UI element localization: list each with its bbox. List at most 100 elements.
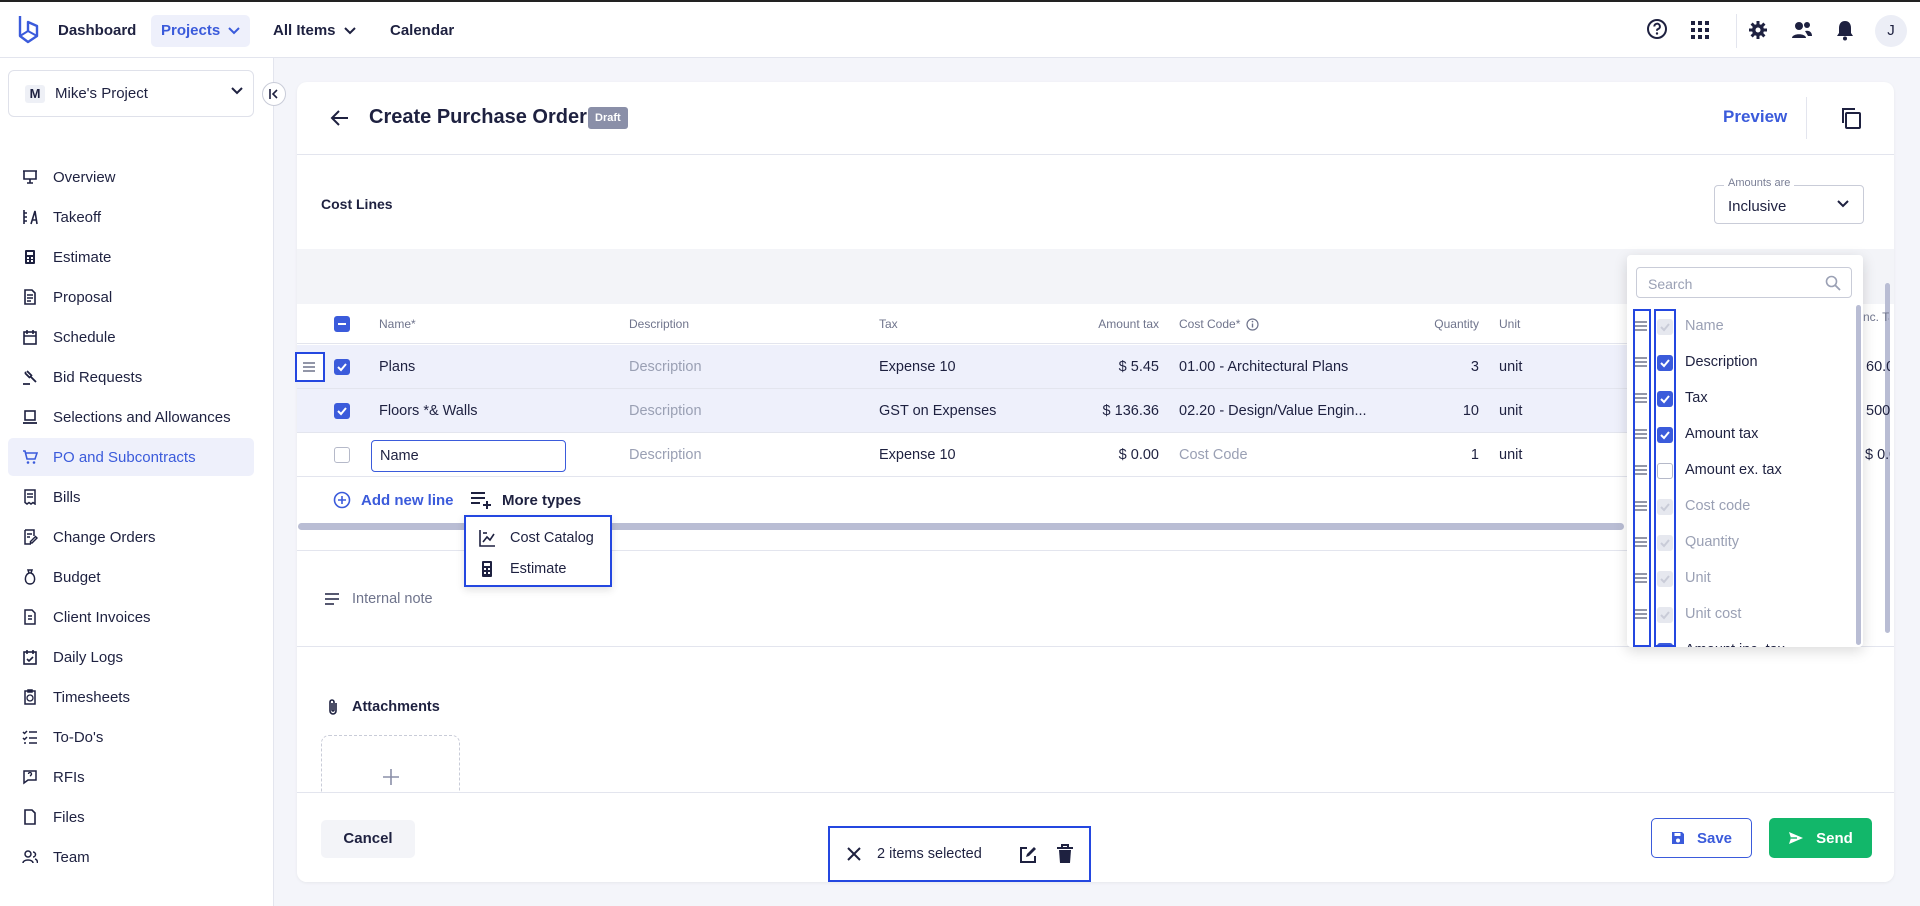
col-header-name[interactable]: Name* (379, 317, 416, 331)
sidebar-item-client-invoices[interactable]: Client Invoices (8, 598, 254, 636)
row-checkbox[interactable] (334, 447, 350, 463)
internal-note-button[interactable]: Internal note (324, 591, 433, 607)
drag-handles-column-highlight (1633, 309, 1651, 647)
team-icon[interactable] (1791, 20, 1813, 40)
cell-tax[interactable]: Expense 10 (879, 447, 956, 463)
sidebar-item-budget[interactable]: Budget (8, 558, 254, 596)
sidebar-item-proposal[interactable]: Proposal (8, 278, 254, 316)
cell-cost-code[interactable]: Cost Code (1179, 447, 1248, 463)
sidebar-item-files[interactable]: Files (8, 798, 254, 836)
divider (297, 154, 1894, 155)
col-header-unit[interactable]: Unit (1499, 317, 1520, 331)
edit-icon[interactable] (1018, 845, 1038, 865)
cell-name[interactable]: Floors *& Walls (379, 403, 478, 419)
amounts-are-select[interactable]: Amounts are Inclusive (1714, 177, 1864, 224)
project-selector[interactable]: M Mike's Project (8, 70, 254, 117)
cell-unit[interactable]: unit (1499, 403, 1522, 419)
nav-calendar[interactable]: Calendar (380, 15, 464, 47)
sidebar-item-daily-logs[interactable]: Daily Logs (8, 638, 254, 676)
menu-item-estimate[interactable]: Estimate (478, 555, 566, 583)
user-avatar[interactable]: J (1875, 15, 1907, 47)
cell-tax[interactable]: GST on Expenses (879, 403, 996, 419)
sidebar-item-label: Takeoff (53, 209, 102, 226)
chevron-down-icon (228, 27, 240, 35)
more-types-button[interactable]: More types (470, 490, 581, 510)
nav-projects[interactable]: Projects (151, 15, 251, 47)
collapse-icon (269, 89, 278, 99)
col-header-amount-tax[interactable]: Amount tax (1097, 317, 1159, 331)
nav-dashboard-label: Dashboard (58, 22, 137, 39)
more-types-label: More types (502, 491, 582, 509)
send-button[interactable]: Send (1769, 818, 1872, 858)
more-types-menu: Cost Catalog Estimate (464, 515, 612, 587)
back-arrow-icon[interactable] (330, 108, 350, 128)
col-header-total-inc-tax[interactable]: nc. Ta (1863, 310, 1889, 324)
help-icon[interactable] (1646, 18, 1668, 40)
close-icon[interactable] (846, 846, 862, 862)
sidebar-item-label: Client Invoices (53, 609, 151, 626)
sidebar-item-po-subcontracts[interactable]: PO and Subcontracts (8, 438, 254, 476)
menu-item-label: Cost Catalog (510, 530, 594, 546)
select-all-checkbox[interactable] (334, 316, 350, 332)
save-button[interactable]: Save (1651, 818, 1752, 858)
info-icon[interactable] (1246, 318, 1259, 331)
col-header-tax[interactable]: Tax (879, 317, 898, 331)
cell-description[interactable]: Description (629, 447, 702, 463)
sidebar-item-team[interactable]: Team (8, 838, 254, 876)
row-checkbox[interactable] (334, 359, 350, 375)
col-header-description[interactable]: Description (629, 317, 689, 331)
catalog-icon (479, 530, 495, 547)
column-option-label: Unit cost (1685, 606, 1742, 622)
sidebar-item-todos[interactable]: To-Do's (8, 718, 254, 756)
sidebar-item-rfis[interactable]: RFIs (8, 758, 254, 796)
cell-quantity[interactable]: 3 (1397, 359, 1479, 375)
column-option-label: Amount inc. tax (1685, 642, 1785, 647)
sidebar-item-timesheets[interactable]: Timesheets (8, 678, 254, 716)
menu-item-cost-catalog[interactable]: Cost Catalog (478, 524, 594, 552)
collapse-sidebar-button[interactable] (262, 82, 286, 106)
cell-cost-code[interactable]: 01.00 - Architectural Plans (1179, 359, 1348, 375)
row-drag-handle[interactable] (295, 352, 325, 382)
chevron-down-icon (1837, 200, 1849, 208)
cell-unit[interactable]: unit (1499, 359, 1522, 375)
apps-grid-icon[interactable] (1690, 20, 1710, 40)
nav-dashboard[interactable]: Dashboard (48, 15, 146, 47)
cell-unit[interactable]: unit (1499, 447, 1522, 463)
cell-cost-code[interactable]: 02.20 - Design/Value Engin... (1179, 403, 1367, 419)
upload-dropzone[interactable] (321, 735, 460, 795)
sidebar: M Mike's Project Overview Takeoff Estima… (0, 58, 274, 906)
cell-tax[interactable]: Expense 10 (879, 359, 956, 375)
name-input[interactable]: Name (371, 440, 566, 472)
panel-vertical-scrollbar[interactable] (1856, 305, 1861, 645)
sidebar-item-bid-requests[interactable]: Bid Requests (8, 358, 254, 396)
col-header-quantity[interactable]: Quantity (1397, 317, 1479, 331)
cell-quantity[interactable]: 10 (1397, 403, 1479, 419)
sidebar-item-label: Bid Requests (53, 369, 143, 386)
trash-icon[interactable] (1056, 844, 1074, 864)
sidebar-item-selections[interactable]: Selections and Allowances (8, 398, 254, 436)
sidebar-item-bills[interactable]: Bills (8, 478, 254, 516)
cell-name[interactable]: Plans (379, 359, 415, 375)
gear-icon[interactable] (1748, 20, 1768, 40)
sidebar-item-overview[interactable]: Overview (8, 158, 254, 196)
cell-quantity[interactable]: 1 (1397, 447, 1479, 463)
sidebar-item-schedule[interactable]: Schedule (8, 318, 254, 356)
col-header-cost-code[interactable]: Cost Code* (1179, 317, 1240, 331)
cell-description[interactable]: Description (629, 359, 702, 375)
add-new-line-button[interactable]: Add new line (333, 491, 454, 509)
table-row[interactable]: Floors *& Walls Description GST on Expen… (297, 389, 1627, 433)
cell-description[interactable]: Description (629, 403, 702, 419)
table-row[interactable]: Plans Description Expense 10 $ 5.45 01.0… (297, 345, 1627, 389)
sidebar-item-change-orders[interactable]: Change Orders (8, 518, 254, 556)
preview-button[interactable]: Preview (1723, 107, 1787, 127)
app-logo-icon[interactable] (16, 14, 40, 44)
nav-all-items[interactable]: All Items (263, 15, 366, 47)
sidebar-item-estimate[interactable]: Estimate (8, 238, 254, 276)
calculator-icon (482, 561, 492, 577)
column-search-input[interactable]: Search (1636, 267, 1852, 298)
copy-icon[interactable] (1840, 107, 1862, 129)
bell-icon[interactable] (1835, 19, 1855, 41)
sidebar-item-takeoff[interactable]: Takeoff (8, 198, 254, 236)
cancel-button[interactable]: Cancel (321, 820, 415, 858)
row-checkbox[interactable] (334, 403, 350, 419)
